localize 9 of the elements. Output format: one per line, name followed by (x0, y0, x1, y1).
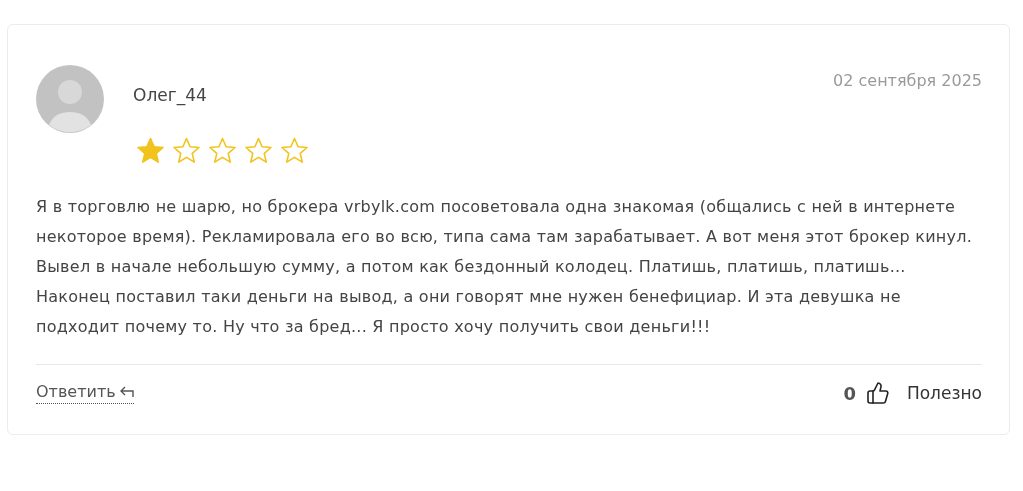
reply-arrow-icon (118, 385, 134, 398)
author-name: Олег_44 (133, 85, 208, 105)
review-text: Я в торговлю не шарю, но брокера vrbylk.com посоветовала одна знакомая (общались с ней в интернете некоторое время). Рекламировала его во всю, типа сама там зарабатывает. А вот меня этот брокер кинул. Вывел в начале небольшую сумму, а потом как бездонный колодец. Платишь, платишь, платишь... Наконец поставил таки деньги на вывод, а они говорят мне нужен бенефициар. И эта девушка не подходит почему то. Ну что за бред... Я просто хочу получить свои деньги!!! (36, 196, 974, 338)
helpful-label: Полезно (906, 383, 982, 403)
avatar-icon (36, 65, 104, 133)
review-date: 02 сентября 2025 (833, 71, 982, 90)
thumbs-up-icon[interactable] (865, 381, 890, 405)
reply-link[interactable]: Ответить (36, 382, 134, 404)
like-count: 0 (843, 382, 856, 404)
